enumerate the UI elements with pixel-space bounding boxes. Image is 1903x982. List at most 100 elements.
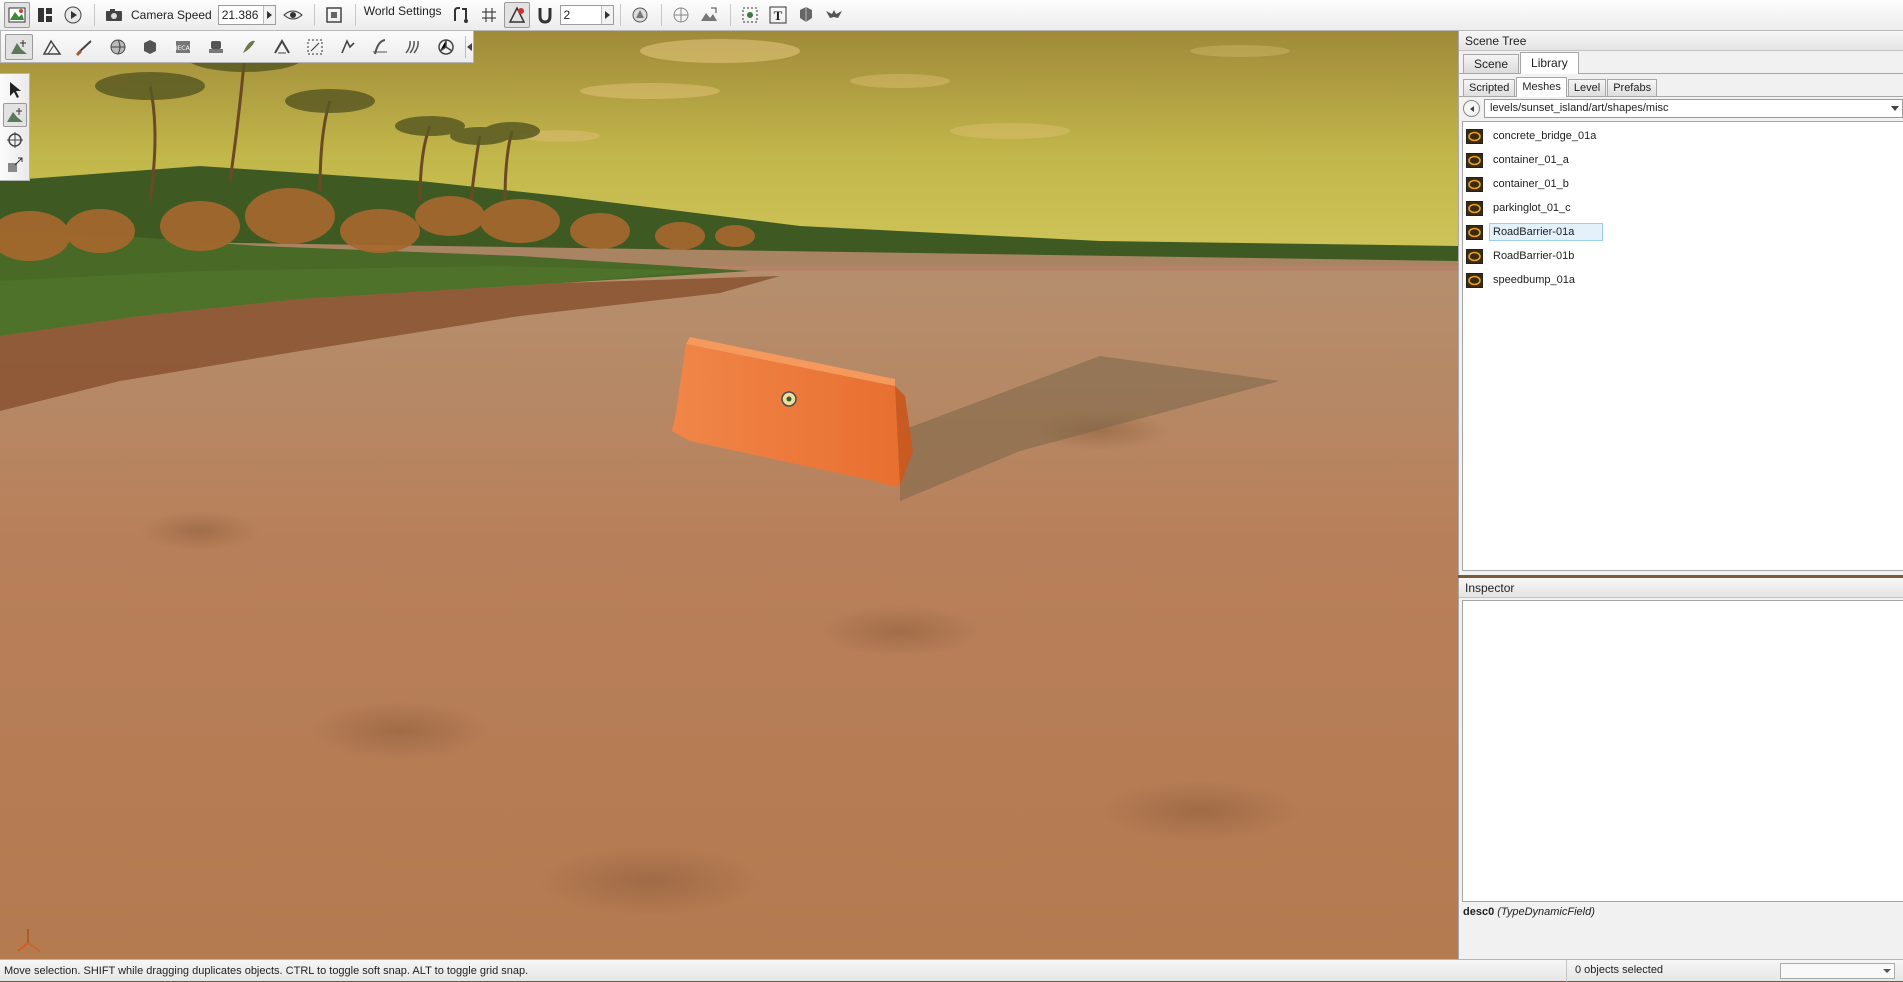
snap-size-value: 2 (563, 8, 571, 22)
road-icon[interactable] (366, 34, 394, 60)
mesh-name: RoadBarrier-01a (1489, 223, 1603, 241)
list-item-selected[interactable]: RoadBarrier-01a (1463, 220, 1903, 244)
object-editor-icon[interactable] (5, 33, 33, 60)
field-name: desc0 (1463, 906, 1495, 918)
text-icon[interactable]: T (765, 2, 791, 28)
toolbar-divider (94, 4, 95, 26)
terrain-icon[interactable] (696, 2, 722, 28)
toolbar-divider (354, 4, 356, 26)
scene-tree-tabs: Scene Library (1459, 51, 1903, 74)
world-editor-icon[interactable] (4, 2, 30, 28)
bounds-icon[interactable] (627, 2, 653, 28)
mesh-icon (1466, 224, 1483, 240)
object-snap-icon[interactable] (503, 2, 530, 28)
scene-tree-title: Scene Tree (1459, 31, 1903, 51)
camera-speed-field[interactable]: 21.386 (217, 5, 276, 25)
3d-viewport[interactable] (0, 31, 1458, 959)
mesh-name: speedbump_01a (1493, 274, 1575, 286)
sketch-icon[interactable] (334, 34, 362, 60)
status-bar: Move selection. SHIFT while dragging dup… (0, 959, 1903, 982)
mesh-name: RoadBarrier-01b (1493, 250, 1575, 262)
main-toolbar: Camera Speed 21.386 World Settings 2 T (0, 0, 1903, 31)
list-item[interactable]: container_01_b (1463, 172, 1903, 196)
convex-icon[interactable] (136, 34, 164, 60)
layout-icon[interactable] (32, 2, 58, 28)
list-item[interactable]: parkinglot_01_c (1463, 196, 1903, 220)
lighting-icon[interactable] (793, 2, 819, 28)
orbit-icon[interactable] (668, 2, 694, 28)
svg-text:DECAL: DECAL (173, 45, 193, 52)
editor-toolbar: DECAL (0, 31, 474, 63)
grid-icon[interactable] (476, 2, 502, 28)
scene-tree-panel: Scene Tree Scene Library Scripted Meshes… (1458, 31, 1903, 575)
collapse-toolbar-icon[interactable] (465, 35, 473, 58)
terrain-painter-icon[interactable] (71, 34, 99, 60)
datablock-icon[interactable] (202, 34, 230, 60)
list-item[interactable]: concrete_bridge_01a (1463, 124, 1903, 148)
select-group-icon[interactable] (737, 2, 763, 28)
bird-icon[interactable] (821, 2, 847, 28)
field-type: (TypeDynamicField) (1497, 906, 1595, 918)
camera-speed-label: Camera Speed (131, 8, 212, 22)
select-arrow-icon[interactable] (3, 78, 27, 102)
snap-size-arrow-icon[interactable] (600, 6, 613, 24)
list-item[interactable]: container_01_a (1463, 148, 1903, 172)
status-dropdown[interactable] (1780, 962, 1895, 979)
mesh-icon (1466, 176, 1483, 192)
camera-icon[interactable] (101, 2, 127, 28)
camera-speed-arrow-icon[interactable] (262, 6, 275, 24)
decal-icon[interactable]: DECAL (169, 34, 197, 60)
subtab-prefabs[interactable]: Prefabs (1607, 79, 1658, 96)
forest-icon[interactable] (235, 34, 263, 60)
mesh-icon (1466, 272, 1483, 288)
snap-icon[interactable] (448, 2, 474, 28)
tab-scene[interactable]: Scene (1463, 54, 1520, 73)
mesh-name: container_01_b (1493, 178, 1569, 190)
toolbar-divider (619, 4, 621, 26)
list-item[interactable]: RoadBarrier-01b (1463, 244, 1903, 268)
chevron-down-icon (1883, 968, 1891, 973)
path-dropdown[interactable]: levels/sunset_island/art/shapes/misc (1484, 99, 1903, 118)
path-bar: levels/sunset_island/art/shapes/misc (1459, 97, 1903, 120)
mesh-list: concrete_bridge_01a container_01_a conta… (1462, 121, 1903, 571)
tool-palette (0, 73, 30, 181)
camera-speed-value: 21.386 (221, 8, 259, 22)
chevron-down-icon (1891, 106, 1899, 111)
tab-library[interactable]: Library (1520, 52, 1579, 74)
inspector-description: desc0 (TypeDynamicField) (1459, 902, 1903, 918)
mesh-road-icon[interactable] (301, 34, 329, 60)
inspector-body[interactable] (1462, 600, 1903, 902)
rotate-icon[interactable] (3, 128, 27, 152)
magnet-icon[interactable] (532, 2, 558, 28)
selection-count: 0 objects selected (1566, 959, 1774, 982)
mesh-name: parkinglot_01_c (1493, 202, 1571, 214)
library-subtabs: Scripted Meshes Level Prefabs (1459, 75, 1903, 97)
inspector-title: Inspector (1459, 578, 1903, 598)
terrain-editor-icon[interactable] (38, 34, 66, 60)
inspector-panel: Inspector desc0 (TypeDynamicField) (1458, 578, 1903, 959)
subtab-scripted[interactable]: Scripted (1463, 79, 1516, 96)
world-settings-label[interactable]: World Settings (364, 4, 442, 18)
eye-icon[interactable] (280, 2, 306, 28)
back-arrow-icon[interactable] (1463, 100, 1480, 117)
material-icon[interactable] (104, 34, 132, 60)
scale-icon[interactable] (3, 153, 27, 177)
list-item[interactable]: speedbump_01a (1463, 268, 1903, 292)
object-origin-icon (781, 391, 797, 407)
river-icon[interactable] (268, 34, 296, 60)
play-icon[interactable] (60, 2, 86, 28)
scene-render[interactable] (0, 31, 1458, 959)
subtab-level[interactable]: Level (1567, 79, 1607, 96)
snap-size-field[interactable]: 2 (559, 5, 614, 25)
mesh-name: container_01_a (1493, 154, 1569, 166)
move-icon[interactable] (2, 103, 27, 127)
subtab-meshes[interactable]: Meshes (1516, 77, 1567, 97)
svg-text:T: T (773, 8, 782, 23)
frame-icon[interactable] (321, 2, 347, 28)
toolbar-divider (660, 4, 662, 26)
navmesh-icon[interactable] (432, 34, 460, 60)
status-message: Move selection. SHIFT while dragging dup… (4, 964, 529, 977)
mesh-icon (1466, 248, 1483, 264)
mesh-name: concrete_bridge_01a (1493, 130, 1597, 142)
particle-icon[interactable] (399, 34, 427, 60)
